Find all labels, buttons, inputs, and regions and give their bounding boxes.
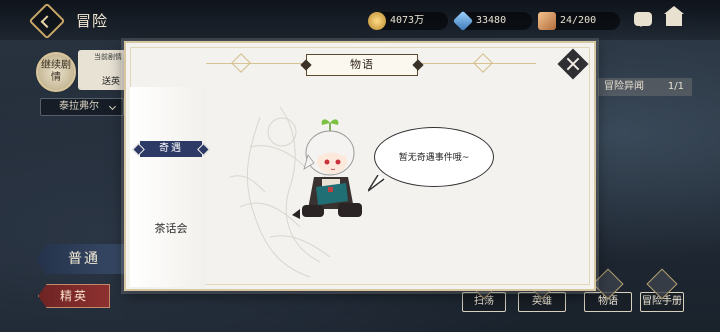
modal-title: 物语	[306, 54, 418, 76]
tab-encounter[interactable]: 奇遇	[140, 141, 202, 157]
continue-story-button[interactable]: 继续剧情	[36, 52, 76, 92]
header-ornament-right	[473, 53, 493, 73]
chibi-character-illustration	[292, 119, 362, 219]
mode-elite-button[interactable]: 精英	[38, 284, 110, 308]
close-button[interactable]	[557, 48, 589, 80]
gem-resource[interactable]: 33480	[452, 10, 532, 32]
heroes-button[interactable]: 英雄	[518, 268, 566, 312]
continue-story-label: 继续剧情	[41, 60, 71, 83]
stamina-resource[interactable]: 24/200	[538, 12, 620, 30]
location-label: 泰拉弗尔	[59, 101, 99, 112]
speech-bubble-tail	[368, 175, 385, 192]
mode-normal-button[interactable]: 普通	[36, 244, 132, 274]
story-card-sub: 送英	[102, 77, 121, 87]
story-card-title: 当前剧情	[94, 53, 122, 61]
adventure-space-label: 冒险异闻	[604, 81, 644, 92]
adventure-handbook-button[interactable]: 冒险手册	[640, 268, 684, 312]
chat-icon[interactable]	[634, 12, 652, 27]
gem-icon	[452, 10, 474, 32]
gold-value: 4073万	[390, 15, 425, 26]
chevron-down-icon	[108, 102, 117, 111]
stamina-icon	[538, 12, 556, 30]
adventure-space-count: 1/1	[667, 81, 684, 92]
modal-sidebar: 奇遇 茶话会	[130, 87, 206, 287]
header-ornament-left	[231, 53, 251, 73]
gold-coin-icon	[368, 12, 386, 30]
page-title: 冒险	[76, 12, 109, 30]
modal-content: 暂无奇遇事件哦~	[208, 87, 592, 287]
stories-modal: 物语 奇遇 茶话会 暂无奇遇事件哦~	[124, 41, 596, 291]
back-button[interactable]	[28, 2, 66, 40]
sweep-button[interactable]: 扫荡	[462, 268, 506, 312]
home-icon[interactable]	[664, 6, 684, 26]
stamina-value: 24/200	[560, 15, 597, 26]
adventure-space-entry[interactable]: 冒险异闻 1/1	[598, 78, 692, 96]
tab-tea-party[interactable]: 茶话会	[140, 221, 202, 237]
stories-button[interactable]: 物语	[584, 268, 632, 312]
empty-state-speech-bubble: 暂无奇遇事件哦~	[374, 127, 494, 187]
location-select[interactable]: 泰拉弗尔	[40, 98, 124, 116]
gold-resource[interactable]: 4073万	[368, 12, 448, 30]
top-bar: 冒险 4073万 33480 24/200	[0, 0, 720, 40]
gem-value: 33480	[476, 15, 507, 26]
